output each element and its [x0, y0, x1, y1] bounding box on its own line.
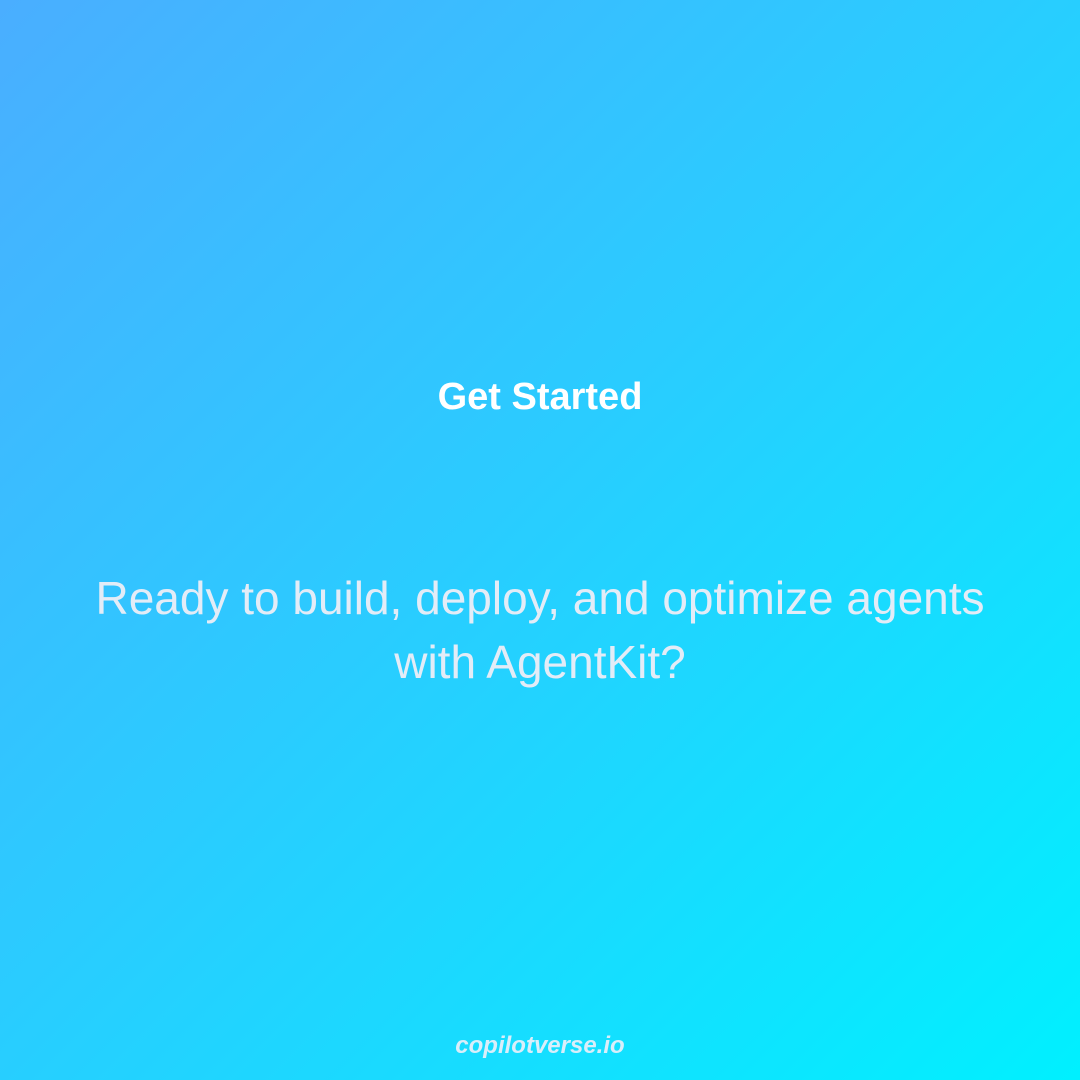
slide-body-text: Ready to build, deploy, and optimize age…	[95, 572, 985, 688]
footer-site-link: copilotverse.io	[455, 1032, 625, 1059]
slide-background: Get Started Ready to build, deploy, and …	[0, 0, 1080, 1080]
slide-heading: Get Started	[437, 376, 643, 418]
